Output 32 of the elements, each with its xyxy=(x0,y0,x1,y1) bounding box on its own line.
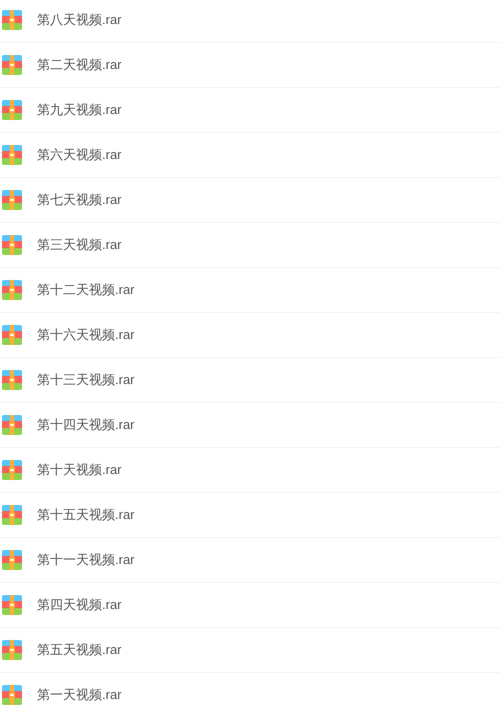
archive-icon xyxy=(2,640,22,660)
file-name[interactable]: 第一天视频.rar xyxy=(37,685,122,705)
archive-icon xyxy=(2,460,22,480)
file-name[interactable]: 第六天视频.rar xyxy=(37,145,122,165)
file-name[interactable]: 第十六天视频.rar xyxy=(37,325,134,345)
file-name[interactable]: 第十天视频.rar xyxy=(37,460,122,480)
file-name[interactable]: 第五天视频.rar xyxy=(37,640,122,660)
file-name[interactable]: 第七天视频.rar xyxy=(37,190,122,210)
archive-icon xyxy=(2,190,22,210)
archive-icon xyxy=(2,595,22,615)
archive-icon xyxy=(2,505,22,525)
file-name[interactable]: 第十一天视频.rar xyxy=(37,550,134,570)
archive-icon xyxy=(2,415,22,435)
file-name[interactable]: 第九天视频.rar xyxy=(37,100,122,120)
archive-icon xyxy=(2,145,22,165)
archive-icon xyxy=(2,685,22,705)
file-name[interactable]: 第二天视频.rar xyxy=(37,55,122,75)
file-name[interactable]: 第四天视频.rar xyxy=(37,595,122,615)
archive-icon xyxy=(2,10,22,30)
archive-icon xyxy=(2,550,22,570)
archive-icon xyxy=(2,100,22,120)
archive-icon xyxy=(2,280,22,300)
file-name[interactable]: 第十三天视频.rar xyxy=(37,370,134,390)
file-name[interactable]: 第十二天视频.rar xyxy=(37,280,134,300)
archive-icon xyxy=(2,235,22,255)
file-name[interactable]: 第八天视频.rar xyxy=(37,10,122,30)
file-name[interactable]: 第十五天视频.rar xyxy=(37,505,134,525)
archive-icon xyxy=(2,325,22,345)
file-name[interactable]: 第十四天视频.rar xyxy=(37,415,134,435)
archive-icon xyxy=(2,55,22,75)
archive-icon xyxy=(2,370,22,390)
file-name[interactable]: 第三天视频.rar xyxy=(37,235,122,255)
